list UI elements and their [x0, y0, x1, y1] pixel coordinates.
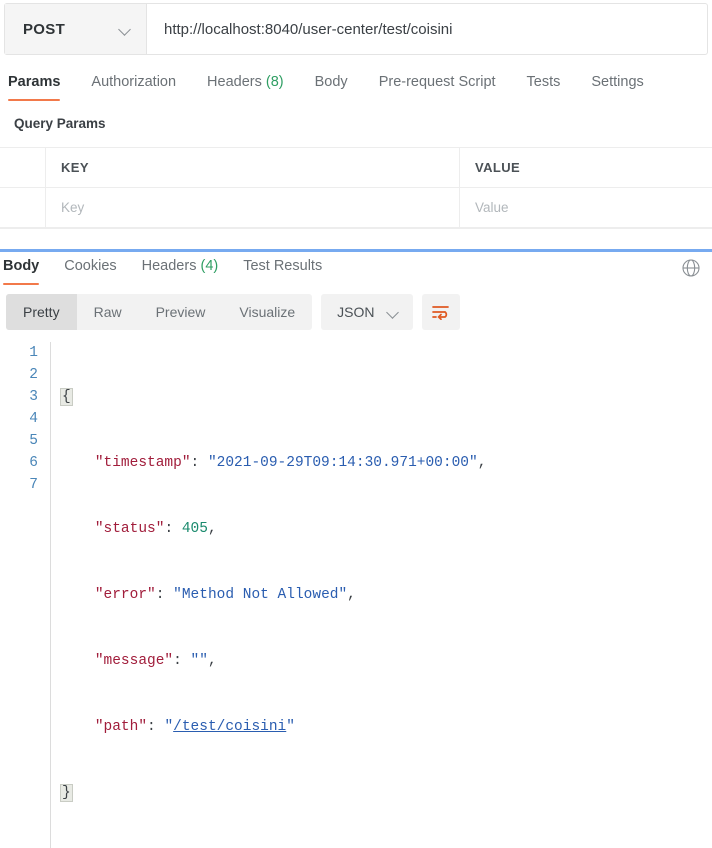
- tab-params-label: Params: [8, 74, 61, 90]
- json-content: { "timestamp": "2021-09-29T09:14:30.971+…: [50, 342, 486, 848]
- json-line-5: "message": "",: [60, 650, 486, 672]
- globe-icon[interactable]: [681, 258, 701, 278]
- tab-tests-label: Tests: [526, 74, 561, 90]
- request-url-bar: POST http://localhost:8040/user-center/t…: [4, 3, 708, 55]
- json-line-7: }: [60, 782, 486, 804]
- tab-test-results-label: Test Results: [243, 258, 323, 274]
- tab-body[interactable]: Body: [315, 74, 348, 101]
- tab-headers-label: Headers: [207, 74, 262, 90]
- json-value-status: 405: [181, 521, 208, 537]
- column-header-value: VALUE: [475, 160, 521, 175]
- json-key-timestamp: "timestamp": [94, 455, 191, 471]
- line-number: 4: [29, 411, 38, 427]
- json-close-brace: }: [60, 784, 73, 802]
- json-value-timestamp: "2021-09-29T09:14:30.971+00:00": [207, 455, 478, 471]
- format-preview-button[interactable]: Preview: [139, 294, 223, 330]
- http-method-label: POST: [23, 20, 66, 38]
- line-number-gutter: 1 2 3 4 5 6 7: [0, 342, 50, 848]
- line-number: 5: [29, 433, 38, 449]
- url-input[interactable]: http://localhost:8040/user-center/test/c…: [147, 4, 707, 54]
- query-params-table: KEY VALUE Key Value: [0, 147, 712, 229]
- column-header-key: KEY: [46, 148, 460, 187]
- json-line-3: "status": 405,: [60, 518, 486, 540]
- tab-pre-request-script[interactable]: Pre-request Script: [379, 74, 496, 101]
- query-params-title: Query Params: [14, 116, 106, 131]
- http-method-dropdown[interactable]: POST: [5, 4, 147, 54]
- json-colon: :: [147, 719, 165, 735]
- json-value-error: "Method Not Allowed": [173, 587, 348, 603]
- chevron-down-icon: [119, 23, 132, 36]
- json-line-6: "path": "/test/coisini": [60, 716, 486, 738]
- json-colon: :: [173, 653, 191, 669]
- json-line-2: "timestamp": "2021-09-29T09:14:30.971+00…: [60, 452, 487, 474]
- json-key-path: "path": [94, 719, 148, 735]
- response-body-viewer[interactable]: 1 2 3 4 5 6 7 { "timestamp": "2021-09-29…: [0, 342, 712, 848]
- json-comma: ,: [207, 653, 217, 669]
- tab-headers[interactable]: Headers (8): [207, 74, 284, 101]
- response-format-toolbar: Pretty Raw Preview Visualize JSON: [0, 285, 712, 330]
- tab-authorization[interactable]: Authorization: [91, 74, 176, 101]
- chevron-down-icon: [387, 306, 400, 319]
- json-comma: ,: [477, 455, 487, 471]
- param-value-placeholder: Value: [475, 200, 509, 215]
- format-segmented-control: Pretty Raw Preview Visualize: [6, 294, 313, 330]
- json-value-path-quote-open: ": [164, 719, 174, 735]
- line-number: 6: [29, 455, 38, 471]
- tab-response-headers-count: (4): [200, 258, 219, 274]
- table-row: Key Value: [0, 188, 712, 228]
- row-selector-gutter: [0, 148, 46, 187]
- response-language-dropdown[interactable]: JSON: [321, 294, 413, 330]
- line-number: 3: [29, 389, 38, 405]
- tab-headers-count: (8): [265, 74, 284, 90]
- tab-authorization-label: Authorization: [91, 74, 177, 90]
- table-header-row: KEY VALUE: [0, 148, 712, 188]
- word-wrap-button[interactable]: [421, 294, 460, 330]
- response-tabs: Body Cookies Headers (4) Test Results: [0, 252, 712, 285]
- tab-response-headers-label: Headers: [141, 258, 197, 274]
- tab-body-label: Body: [314, 74, 348, 90]
- tab-params[interactable]: Params: [8, 74, 61, 101]
- json-key-error: "error": [94, 587, 156, 603]
- json-line-4: "error": "Method Not Allowed",: [60, 584, 486, 606]
- format-visualize-button[interactable]: Visualize: [222, 294, 312, 330]
- json-key-message: "message": [94, 653, 174, 669]
- tab-settings[interactable]: Settings: [591, 74, 643, 101]
- param-value-input[interactable]: Value: [460, 188, 712, 227]
- json-comma: ,: [347, 587, 356, 603]
- line-number: 7: [29, 477, 38, 493]
- json-value-message: "": [190, 653, 208, 669]
- tab-pre-request-script-label: Pre-request Script: [378, 74, 496, 90]
- response-language-label: JSON: [337, 304, 375, 320]
- json-line-1: {: [60, 386, 486, 408]
- json-comma: ,: [207, 521, 217, 537]
- tab-tests[interactable]: Tests: [527, 74, 561, 101]
- request-tabs: Params Authorization Headers (8) Body Pr…: [0, 67, 712, 101]
- json-colon: :: [155, 587, 174, 603]
- line-number: 2: [29, 367, 38, 383]
- json-key-status: "status": [94, 521, 165, 537]
- tab-response-cookies-label: Cookies: [64, 258, 117, 274]
- tab-response-body[interactable]: Body: [3, 258, 40, 285]
- row-checkbox-cell[interactable]: [0, 188, 46, 227]
- param-key-input[interactable]: Key: [46, 188, 460, 227]
- format-pretty-button[interactable]: Pretty: [6, 294, 77, 330]
- tab-test-results[interactable]: Test Results: [243, 258, 322, 285]
- json-value-path-link[interactable]: /test/coisini: [173, 719, 286, 735]
- param-key-placeholder: Key: [61, 200, 85, 215]
- line-number: 1: [29, 345, 38, 361]
- tab-response-body-label: Body: [3, 258, 40, 274]
- json-open-brace: {: [60, 388, 73, 406]
- format-raw-button[interactable]: Raw: [77, 294, 139, 330]
- json-value-path-quote-close: ": [286, 719, 295, 735]
- tab-response-cookies[interactable]: Cookies: [64, 258, 116, 285]
- json-colon: :: [164, 521, 182, 537]
- tab-response-headers[interactable]: Headers (4): [142, 258, 219, 285]
- json-colon: :: [190, 455, 208, 471]
- tab-settings-label: Settings: [591, 74, 644, 90]
